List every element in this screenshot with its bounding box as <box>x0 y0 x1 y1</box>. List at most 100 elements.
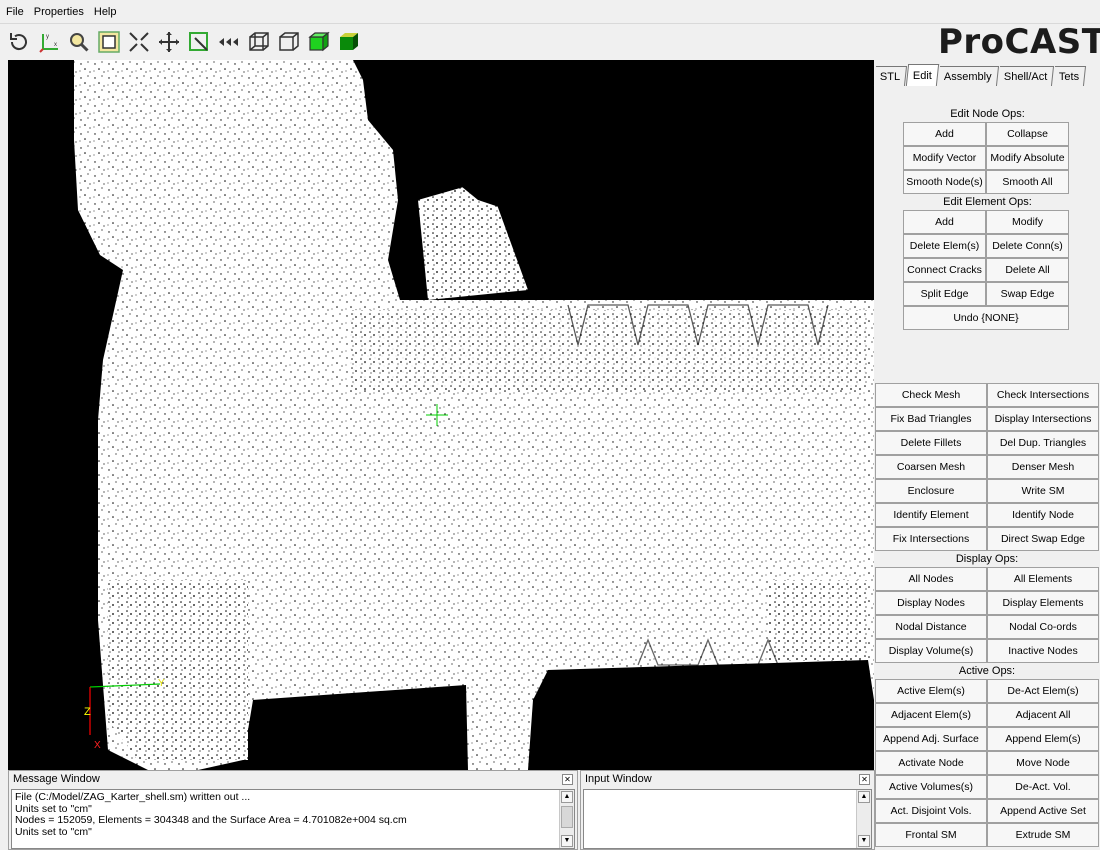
message-window-title: Message Window <box>13 773 100 785</box>
close-icon[interactable]: ✕ <box>562 773 573 785</box>
display-inactive-nodes-button[interactable]: Inactive Nodes <box>987 639 1099 663</box>
element-delete-elem-s-button[interactable]: Delete Elem(s) <box>903 234 986 258</box>
undo-button[interactable]: Undo {NONE} <box>903 306 1069 330</box>
operations-panel: Check Mesh Check Intersections Fix Bad Tri… <box>875 383 1100 847</box>
active-append-elem-s-button[interactable]: Append Elem(s) <box>987 727 1099 751</box>
shrink-icon[interactable] <box>126 29 152 55</box>
input-area[interactable]: ▲ ▼ <box>583 789 872 849</box>
frame-icon[interactable] <box>96 29 122 55</box>
edit-element-ops: Add Modify Delete Elem(s) Delete Conn(s) Con… <box>903 210 1100 306</box>
mesh-dense-region <box>108 580 248 760</box>
edit-element-ops-label: Edit Element Ops: <box>943 196 1032 208</box>
mesh-fix-intersections-button[interactable]: Fix Intersections <box>875 527 987 551</box>
message-line: File (C:/Model/ZAG_Karter_shell.sm) writ… <box>15 791 251 803</box>
mesh-delete-fillets-button[interactable]: Delete Fillets <box>875 431 987 455</box>
active-append-active-set-button[interactable]: Append Active Set <box>987 799 1099 823</box>
mesh-enclosure-button[interactable]: Enclosure <box>875 479 987 503</box>
active-activate-node-button[interactable]: Activate Node <box>875 751 987 775</box>
mesh-check-mesh-button[interactable]: Check Mesh <box>875 383 987 407</box>
scroll-thumb[interactable] <box>561 806 573 828</box>
active-active-elem-s-button[interactable]: Active Elem(s) <box>875 679 987 703</box>
mesh-dense-region <box>348 310 868 390</box>
active-de-act-vol-button[interactable]: De-Act. Vol. <box>987 775 1099 799</box>
edit-node-ops: Add Collapse Modify Vector Modify Absolute S… <box>903 122 1100 194</box>
select-icon[interactable] <box>186 29 212 55</box>
element-add-button[interactable]: Add <box>903 210 986 234</box>
display-all-nodes-button[interactable]: All Nodes <box>875 567 987 591</box>
scroll-down-icon[interactable]: ▼ <box>858 835 870 847</box>
scroll-down-icon[interactable]: ▼ <box>561 835 573 847</box>
green-cube-icon[interactable] <box>306 29 332 55</box>
message-log[interactable]: File (C:/Model/ZAG_Karter_shell.sm) writ… <box>11 789 575 849</box>
tab-tets[interactable]: Tets <box>1053 66 1087 86</box>
active-adjacent-all-button[interactable]: Adjacent All <box>987 703 1099 727</box>
element-delete-conn-s-button[interactable]: Delete Conn(s) <box>986 234 1069 258</box>
axis-z-label: Z <box>84 706 91 718</box>
mesh-denser-mesh-button[interactable]: Denser Mesh <box>987 455 1099 479</box>
element-swap-edge-button[interactable]: Swap Edge <box>986 282 1069 306</box>
display-all-elements-button[interactable]: All Elements <box>987 567 1099 591</box>
close-icon[interactable]: ✕ <box>859 773 870 785</box>
node-modify-absolute-button[interactable]: Modify Absolute <box>986 146 1069 170</box>
mesh-dense-region <box>418 180 528 300</box>
tab-stl[interactable]: STL <box>873 66 908 86</box>
element-delete-all-button[interactable]: Delete All <box>986 258 1069 282</box>
display-display-nodes-button[interactable]: Display Nodes <box>875 591 987 615</box>
tab-shell-act[interactable]: Shell/Act <box>997 66 1055 86</box>
node-add-button[interactable]: Add <box>903 122 986 146</box>
display-nodal-distance-button[interactable]: Nodal Distance <box>875 615 987 639</box>
scroll-up-icon[interactable]: ▲ <box>858 791 870 803</box>
mesh-display-intersections-button[interactable]: Display Intersections <box>987 407 1099 431</box>
wire-box-icon[interactable] <box>246 29 272 55</box>
display-display-elements-button[interactable]: Display Elements <box>987 591 1099 615</box>
active-append-adj-surface-button[interactable]: Append Adj. Surface <box>875 727 987 751</box>
active-frontal-sm-button[interactable]: Frontal SM <box>875 823 987 847</box>
mesh-coarsen-mesh-button[interactable]: Coarsen Mesh <box>875 455 987 479</box>
scroll-up-icon[interactable]: ▲ <box>561 791 573 803</box>
message-window: Message Window ✕ File (C:/Model/ZAG_Kart… <box>8 770 578 850</box>
element-modify-button[interactable]: Modify <box>986 210 1069 234</box>
arrows-icon[interactable] <box>216 29 242 55</box>
message-line: Nodes = 152059, Elements = 304348 and th… <box>15 814 407 826</box>
node-smooth-node-s-button[interactable]: Smooth Node(s) <box>903 170 986 194</box>
menu-help[interactable]: Help <box>94 6 117 18</box>
axes-icon[interactable]: yx <box>36 29 62 55</box>
mesh-write-sm-button[interactable]: Write SM <box>987 479 1099 503</box>
mesh-check-intersections-button[interactable]: Check Intersections <box>987 383 1099 407</box>
tab-edit[interactable]: Edit <box>906 64 940 86</box>
active-extrude-sm-button[interactable]: Extrude SM <box>987 823 1099 847</box>
rotate-icon[interactable] <box>6 29 32 55</box>
active-active-volumes-s-button[interactable]: Active Volumes(s) <box>875 775 987 799</box>
tab-assembly[interactable]: Assembly <box>938 66 999 86</box>
mesh-del-dup-triangles-button[interactable]: Del Dup. Triangles <box>987 431 1099 455</box>
active-ops-label: Active Ops: <box>958 665 1016 677</box>
element-connect-cracks-button[interactable]: Connect Cracks <box>903 258 986 282</box>
display-ops-label: Display Ops: <box>955 553 1019 565</box>
menu-file[interactable]: File <box>6 6 24 18</box>
edit-panel: Edit Node Ops: Add Collapse Modify Vector M… <box>875 86 1100 361</box>
mesh-fix-bad-triangles-button[interactable]: Fix Bad Triangles <box>875 407 987 431</box>
active-act-disjoint-vols-button[interactable]: Act. Disjoint Vols. <box>875 799 987 823</box>
display-display-volume-s-button[interactable]: Display Volume(s) <box>875 639 987 663</box>
shaded-cube-icon[interactable] <box>336 29 362 55</box>
menu-properties[interactable]: Properties <box>34 6 84 18</box>
pan-icon[interactable] <box>156 29 182 55</box>
node-collapse-button[interactable]: Collapse <box>986 122 1069 146</box>
active-move-node-button[interactable]: Move Node <box>987 751 1099 775</box>
mesh-identify-node-button[interactable]: Identify Node <box>987 503 1099 527</box>
message-scrollbar[interactable]: ▲ ▼ <box>559 790 574 848</box>
input-window: Input Window ✕ ▲ ▼ <box>580 770 875 850</box>
node-modify-vector-button[interactable]: Modify Vector <box>903 146 986 170</box>
mesh-direct-swap-edge-button[interactable]: Direct Swap Edge <box>987 527 1099 551</box>
active-adjacent-elem-s-button[interactable]: Adjacent Elem(s) <box>875 703 987 727</box>
outline-box-icon[interactable] <box>276 29 302 55</box>
node-smooth-all-button[interactable]: Smooth All <box>986 170 1069 194</box>
mesh-identify-element-button[interactable]: Identify Element <box>875 503 987 527</box>
mesh-ops: Check Mesh Check Intersections Fix Bad Tri… <box>875 383 1100 551</box>
zoom-icon[interactable] <box>66 29 92 55</box>
active-de-act-elem-s-button[interactable]: De-Act Elem(s) <box>987 679 1099 703</box>
mesh-viewport[interactable]: Y Z X <box>8 60 874 770</box>
input-scrollbar[interactable]: ▲ ▼ <box>856 790 871 848</box>
display-nodal-co-ords-button[interactable]: Nodal Co-ords <box>987 615 1099 639</box>
element-split-edge-button[interactable]: Split Edge <box>903 282 986 306</box>
